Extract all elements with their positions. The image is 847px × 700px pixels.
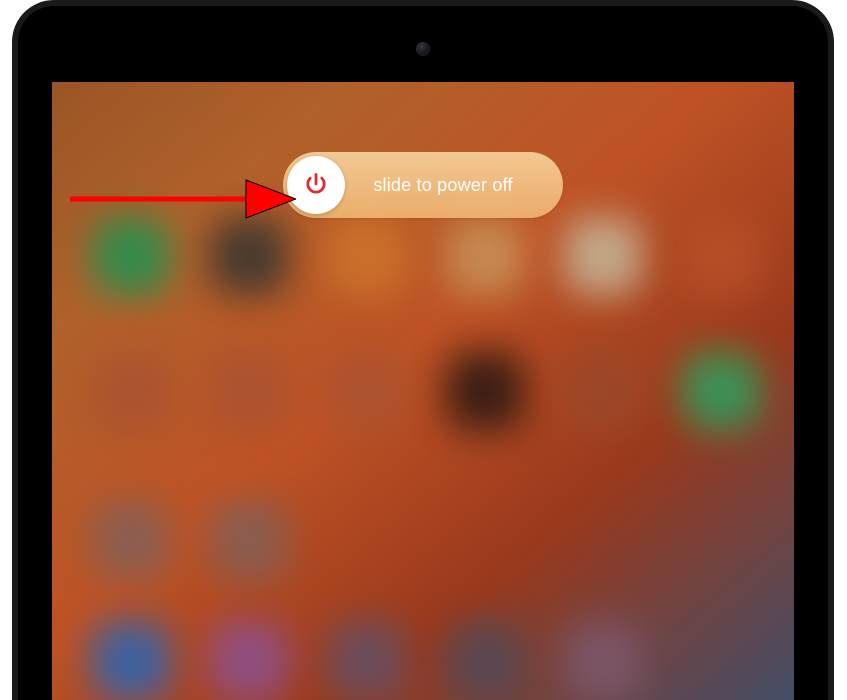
power-off-slider[interactable]: slide to power off xyxy=(283,152,563,218)
power-icon xyxy=(302,171,330,199)
tablet-frame: slide to power off xyxy=(12,0,834,700)
power-slider-knob[interactable] xyxy=(287,156,345,214)
front-camera xyxy=(416,42,430,56)
screen: slide to power off xyxy=(52,82,794,700)
power-slider-label: slide to power off xyxy=(345,175,559,196)
